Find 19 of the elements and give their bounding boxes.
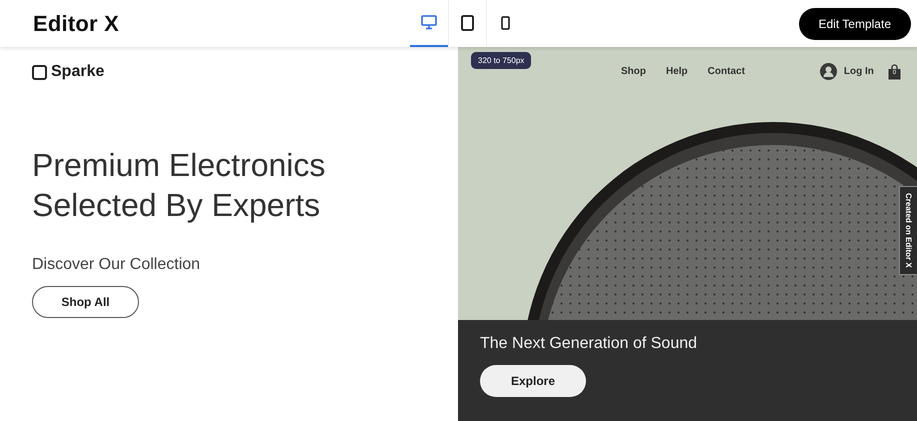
- avatar-icon: [820, 63, 837, 80]
- created-on-tab[interactable]: Created on Editor X: [899, 186, 917, 275]
- shop-all-button[interactable]: Shop All: [32, 286, 139, 318]
- nav-link[interactable]: Shop: [621, 66, 646, 77]
- subtitle: Discover Our Collection: [32, 256, 200, 274]
- explore-button[interactable]: Explore: [480, 365, 586, 397]
- nav-link[interactable]: Contact: [708, 66, 745, 77]
- login-link[interactable]: Log In: [844, 66, 874, 77]
- editor-logo: Editor X: [33, 10, 120, 36]
- headline: Premium Electronics Selected By Experts: [32, 146, 326, 225]
- brand-name: Sparke: [51, 63, 104, 81]
- nav-link[interactable]: Help: [666, 66, 688, 77]
- mobile-icon: [501, 16, 510, 30]
- edit-template-button[interactable]: Edit Template: [798, 8, 911, 40]
- square-icon: [32, 64, 47, 80]
- caption-text: The Next Generation of Sound: [480, 335, 698, 353]
- breakpoint-badge: 320 to 750px: [471, 52, 532, 69]
- desktop-icon: [421, 15, 437, 30]
- tablet-icon: [461, 14, 474, 30]
